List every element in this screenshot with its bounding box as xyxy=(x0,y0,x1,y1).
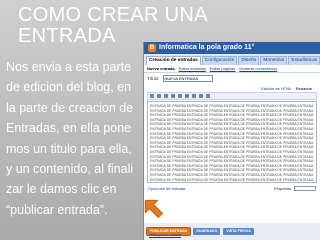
tab-creacion-de-entradas[interactable]: Creación de entradas xyxy=(146,56,201,65)
subnav-editar-entradas[interactable]: Editar entradas xyxy=(179,66,206,71)
post-body-editor[interactable]: ENTRADA DE PRUEBA ENTRADA DE PRUEBA ENTR… xyxy=(147,101,317,183)
body-line: mos un titulo para ella, xyxy=(6,141,132,156)
editor-text-line: ENTRADA DE PRUEBA ENTRADA DE PRUEBA ENTR… xyxy=(150,177,314,182)
tab-edicion-html[interactable]: Edición de HTML xyxy=(261,86,292,91)
tab-monetizar[interactable]: Estadísticas xyxy=(288,56,320,65)
preview-button[interactable]: VISTA PREVIA xyxy=(223,228,254,235)
align-icon[interactable] xyxy=(192,94,196,98)
blog-title: Informatica la pola grado 11° xyxy=(159,44,255,51)
blogger-screenshot: B Informatica la pola grado 11° Creación… xyxy=(143,42,320,240)
body-line: “publicar entrada”. xyxy=(6,202,108,217)
italic-icon[interactable] xyxy=(171,94,175,98)
bold-icon[interactable] xyxy=(164,94,168,98)
editor-text-line: ENTRADA DE PRUEBA ENTRADA DE PRUEBA ENTR… xyxy=(150,126,314,131)
link-icon[interactable] xyxy=(185,94,189,98)
editor-mode-tabs: Edición de HTML Redactar xyxy=(144,84,320,92)
tab-redactar[interactable]: Redactar xyxy=(296,86,312,91)
tags-label: Etiquetas: xyxy=(274,185,292,191)
slide-title: COMO CREAR UNA ENTRADA xyxy=(18,5,218,47)
preview-post-link[interactable]: Vista previa entrada xyxy=(149,233,181,237)
body-line: zar le damos clic en xyxy=(6,182,117,197)
editor-text-line: ENTRADA DE PRUEBA ENTRADA DE PRUEBA ENTR… xyxy=(150,172,314,177)
subnav-editar-paginas[interactable]: Editar páginas xyxy=(210,66,236,71)
editor-text-line: ENTRADA DE PRUEBA ENTRADA DE PRUEBA ENTR… xyxy=(150,149,314,154)
tab-configuracion[interactable]: Diseño xyxy=(238,56,260,65)
editor-toolbar xyxy=(147,92,317,100)
save-draft-button[interactable]: GUARDADO xyxy=(193,228,221,235)
body-line: de edicion del blog, en xyxy=(6,80,132,95)
blogger-subnav: Nueva entrada Editar entradas Editar pág… xyxy=(144,65,320,73)
blogger-tab-bar: Creación de entradas Configuración Diseñ… xyxy=(144,54,320,65)
title-row: Título: NUEVA ENTRADA xyxy=(144,73,320,84)
options-link[interactable]: Opciones de entrada xyxy=(148,186,185,191)
editor-text-line: ENTRADA DE PRUEBA ENTRADA DE PRUEBA ENTR… xyxy=(150,104,314,108)
tags-group: Etiquetas: xyxy=(274,185,316,191)
font-size-icon[interactable] xyxy=(157,94,161,98)
blogger-logo-icon: B xyxy=(148,44,156,52)
blogger-header: B Informatica la pola grado 11° xyxy=(144,42,320,54)
tab-diseno[interactable]: Monetizar xyxy=(260,56,288,65)
slide-body-text: Nos envia a esta parte de edicion del bl… xyxy=(6,57,148,220)
subnav-moderar-comentarios[interactable]: Moderar comentarios xyxy=(239,66,277,71)
slide-title-line-1: COMO CREAR UNA xyxy=(18,4,208,26)
title-label: Título: xyxy=(147,76,160,81)
body-line: Entradas, en ella pone xyxy=(6,121,132,136)
post-title-input[interactable]: NUEVA ENTRADA xyxy=(162,75,213,82)
post-options-row: Opciones de entrada Etiquetas: xyxy=(144,183,320,193)
list-icon[interactable] xyxy=(199,94,203,98)
body-line: y un contenido, al finali xyxy=(6,161,134,176)
subnav-nueva-entrada[interactable]: Nueva entrada xyxy=(147,66,175,71)
font-icon[interactable] xyxy=(150,94,154,98)
action-buttons: PUBLICAR ENTRADA GUARDADO VISTA PREVIA xyxy=(144,223,320,240)
tab-comentarios[interactable]: Configuración xyxy=(201,56,238,65)
text-color-icon[interactable] xyxy=(178,94,182,98)
body-line: Nos envia a esta parte xyxy=(6,60,132,74)
body-line: la parte de creacion de xyxy=(6,100,134,115)
tags-input[interactable] xyxy=(294,185,316,191)
image-icon[interactable] xyxy=(206,94,210,98)
